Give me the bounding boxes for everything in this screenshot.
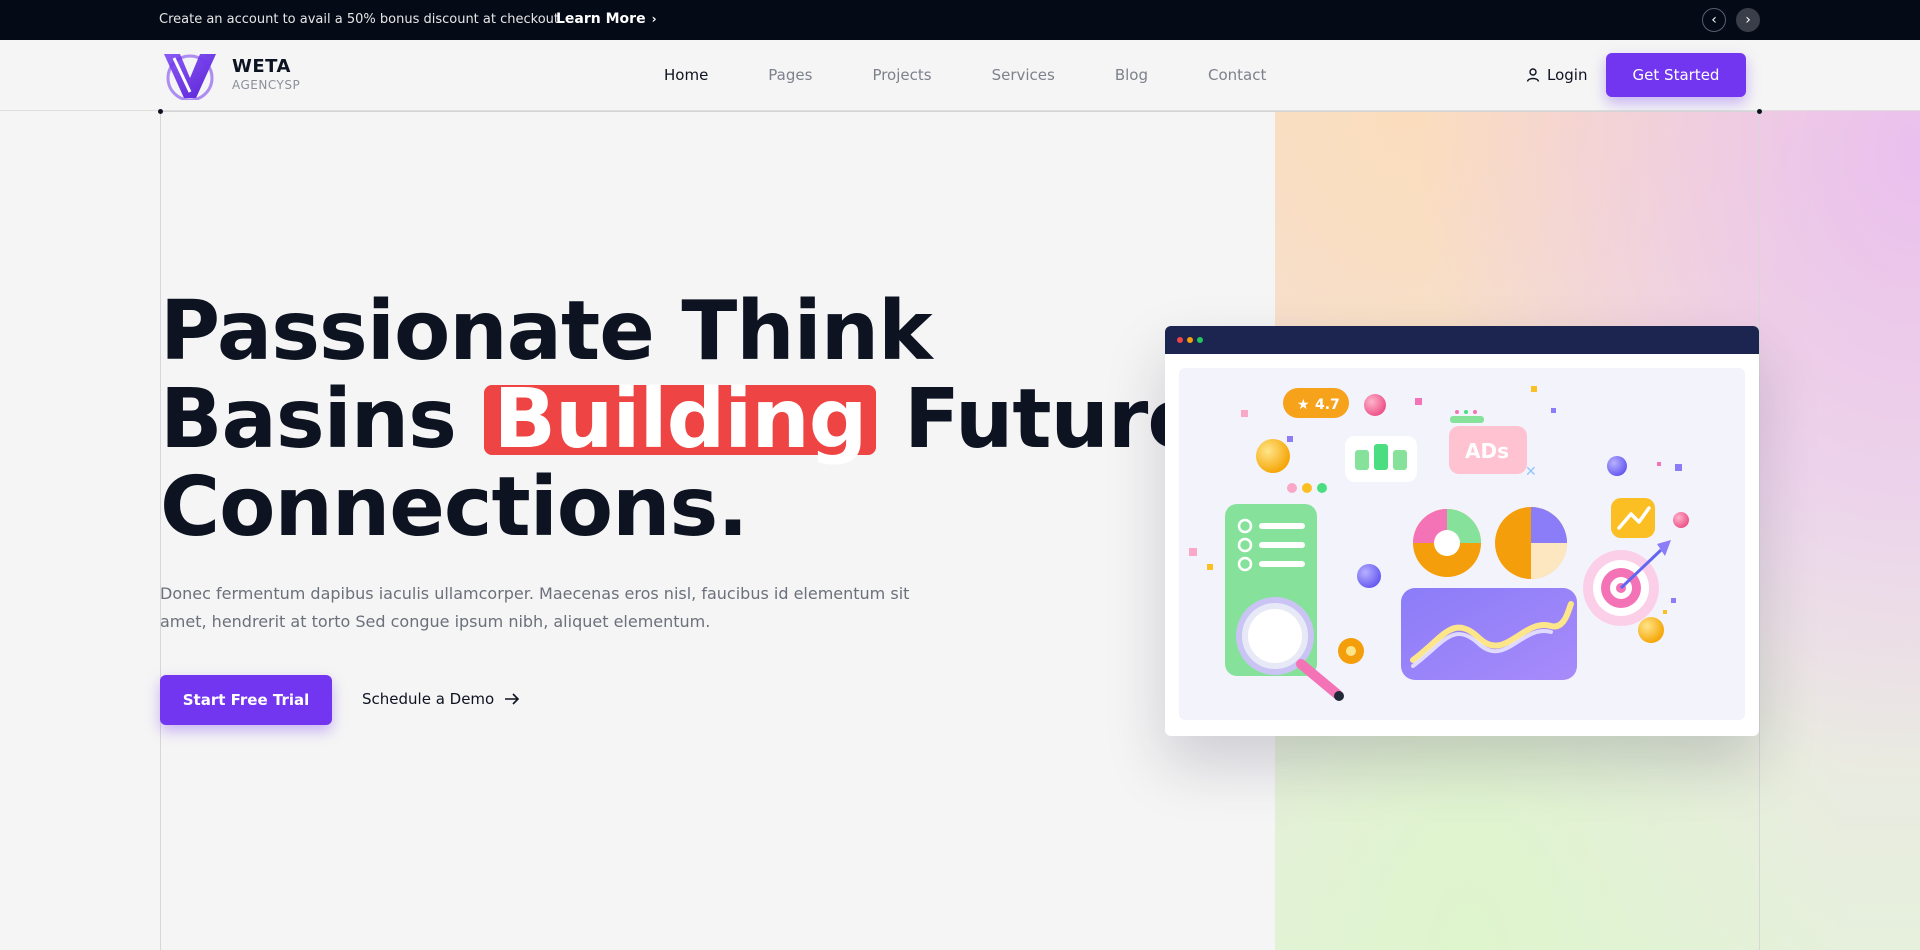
nav-item-home[interactable]: Home xyxy=(664,66,708,84)
headline-line-2-end: Future xyxy=(904,372,1203,467)
logo-name: WETA xyxy=(232,56,291,77)
schedule-demo-link[interactable]: Schedule a Demo xyxy=(362,690,520,708)
logo-mark-icon xyxy=(164,54,216,100)
arrow-right-icon xyxy=(505,693,520,705)
chevron-right-icon: › xyxy=(1745,12,1751,28)
browser-bar xyxy=(1165,326,1759,354)
logo-tagline: AGENCYSP xyxy=(232,78,301,92)
learn-more-link[interactable]: Learn More › xyxy=(556,11,657,27)
nav-item-blog[interactable]: Blog xyxy=(1115,66,1148,84)
nav-item-pages[interactable]: Pages xyxy=(768,66,812,84)
announcement-message: Create an account to avail a 50% bonus d… xyxy=(159,12,564,27)
announcement-prev-button[interactable]: ‹ xyxy=(1702,8,1726,32)
site-logo[interactable]: WETA AGENCYSP xyxy=(160,48,300,100)
marketing-analytics-illustration: ★ 4.7 ADs ✕ xyxy=(1189,386,1689,701)
nav-item-projects[interactable]: Projects xyxy=(872,66,931,84)
headline-line-1: Passionate Think xyxy=(160,284,933,379)
get-started-button[interactable]: Get Started xyxy=(1606,53,1746,97)
guide-dot-left xyxy=(158,109,163,114)
announcement-bar: Create an account to avail a 50% bonus d… xyxy=(0,0,1920,40)
rating-value: 4.7 xyxy=(1315,397,1340,413)
window-dot-red xyxy=(1177,337,1183,343)
user-icon xyxy=(1526,68,1540,82)
site-header: WETA AGENCYSP Home Pages Projects Servic… xyxy=(0,40,1920,111)
window-dot-green xyxy=(1197,337,1203,343)
svg-text:✕: ✕ xyxy=(1525,464,1537,480)
headline-highlight: Building xyxy=(483,379,877,461)
nav-item-services[interactable]: Services xyxy=(992,66,1055,84)
guide-line-horizontal xyxy=(160,111,1760,112)
svg-text:★: ★ xyxy=(1297,397,1310,413)
chevron-left-icon: ‹ xyxy=(1711,12,1717,28)
main-nav: Home Pages Projects Services Blog Contac… xyxy=(664,66,1326,84)
login-label: Login xyxy=(1547,66,1588,84)
headline-line-2: Basins Building Future xyxy=(160,376,1203,464)
schedule-demo-label: Schedule a Demo xyxy=(362,690,495,708)
start-free-trial-button[interactable]: Start Free Trial xyxy=(160,675,332,725)
nav-item-contact[interactable]: Contact xyxy=(1208,66,1266,84)
hero-headline: Passionate Think Basins Building Future … xyxy=(160,284,1203,555)
dashboard-illustration: ★ 4.7 ADs ✕ xyxy=(1165,326,1759,736)
illustration-canvas: ★ 4.7 ADs ✕ xyxy=(1179,368,1745,720)
login-link[interactable]: Login xyxy=(1526,66,1587,84)
chevron-right-icon: › xyxy=(651,12,657,26)
ads-label: ADs xyxy=(1465,439,1509,463)
announcement-next-button[interactable]: › xyxy=(1736,8,1760,32)
learn-more-label: Learn More xyxy=(556,11,646,27)
hero-description: Donec fermentum dapibus iaculis ullamcor… xyxy=(160,584,910,631)
guide-dot-right xyxy=(1757,109,1762,114)
headline-line-3: Connections. xyxy=(160,460,748,555)
window-dot-yellow xyxy=(1187,337,1193,343)
guide-line-right xyxy=(1759,111,1760,950)
headline-line-2-start: Basins xyxy=(160,372,457,467)
